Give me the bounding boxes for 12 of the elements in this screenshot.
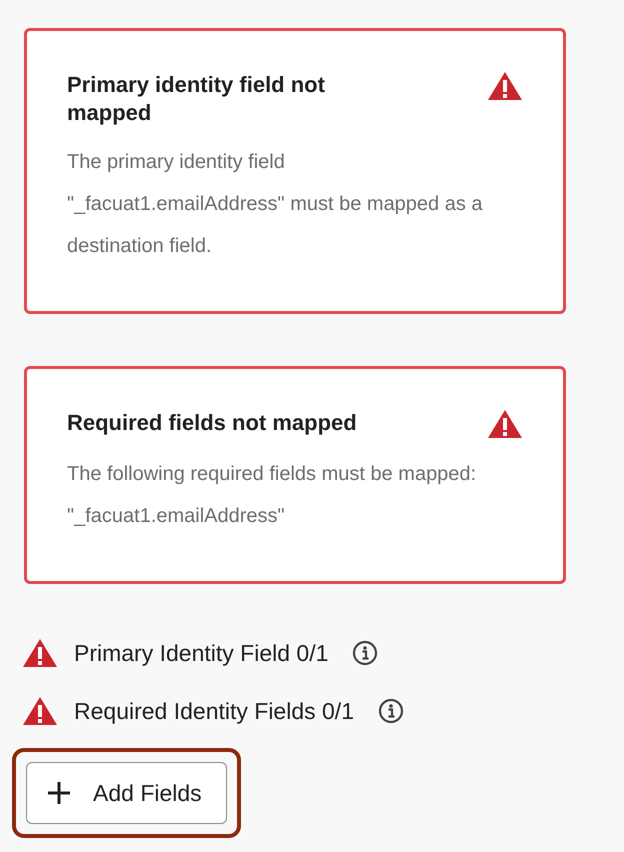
info-icon[interactable] <box>352 640 378 666</box>
requirement-label: Required Identity Fields 0/1 <box>74 698 354 724</box>
alert-message: The primary identity field "_facuat1.emailAddress" must be mapped as a destination field. <box>67 150 484 259</box>
alert-title: Primary identity field not mapped <box>67 71 326 127</box>
warning-icon <box>487 71 523 101</box>
warning-icon <box>487 409 523 439</box>
info-icon[interactable] <box>378 698 404 724</box>
requirement-label: Primary Identity Field 0/1 <box>74 640 328 666</box>
add-fields-button[interactable]: Add Fields <box>26 762 227 824</box>
plus-icon <box>47 781 71 805</box>
alert-title: Required fields not mapped <box>67 409 357 437</box>
alert-message: The following required fields must be mapped: "_facuat1.emailAddress" <box>67 462 478 529</box>
